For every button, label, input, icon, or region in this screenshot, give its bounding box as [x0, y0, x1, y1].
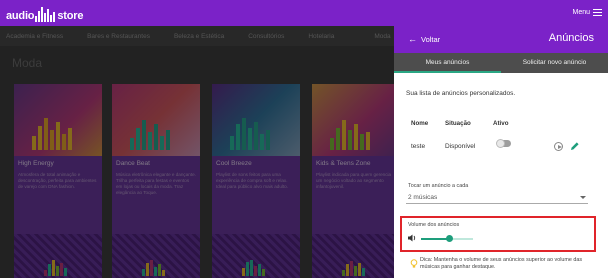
logo-prefix: audio — [6, 10, 35, 22]
lightbulb-icon — [410, 259, 418, 268]
speaker-icon — [408, 234, 416, 242]
panel-intro: Sua lista de anúncios personalizados. — [406, 90, 516, 97]
tab-request-ad[interactable]: Solicitar novo anúncio — [501, 53, 608, 73]
active-toggle[interactable] — [496, 139, 511, 148]
panel-tabs: Meus anúncios Solicitar novo anúncio — [394, 53, 608, 73]
menu-label: Menu — [572, 9, 590, 16]
column-header-name: Nome — [411, 120, 429, 127]
back-label: Voltar — [421, 34, 441, 44]
volume-label: Volume dos anúncios — [408, 222, 460, 228]
ad-status: Disponível — [445, 143, 476, 150]
hamburger-icon — [593, 7, 602, 18]
volume-tip: Dica: Mantenha o volume de seus anúncios… — [420, 257, 583, 270]
caret-down-icon — [580, 196, 586, 199]
column-header-status: Situação — [445, 120, 471, 127]
logo-bars-icon — [35, 6, 56, 22]
dim-overlay[interactable] — [0, 26, 394, 278]
panel-header: ← Voltar Anúncios — [394, 26, 608, 53]
panel-title: Anúncios — [548, 32, 594, 44]
tab-my-ads[interactable]: Meus anúncios — [394, 53, 501, 73]
ad-name: teste — [411, 143, 426, 150]
arrow-left-icon: ← — [408, 34, 417, 44]
touch-interval-value: 2 músicas — [408, 194, 438, 201]
top-bar: audio store Menu — [0, 0, 608, 26]
app-logo[interactable]: audio store — [6, 4, 83, 22]
pencil-icon[interactable] — [570, 141, 580, 151]
column-header-active: Ativo — [493, 120, 509, 127]
touch-interval-select[interactable]: 2 músicas — [406, 192, 588, 204]
volume-slider[interactable] — [421, 235, 473, 242]
touch-interval-label: Tocar um anúncio a cada — [408, 183, 469, 189]
play-icon[interactable] — [554, 142, 563, 151]
logo-suffix: store — [57, 10, 84, 22]
back-button[interactable]: ← Voltar — [408, 34, 440, 44]
menu-button[interactable]: Menu — [572, 7, 602, 18]
